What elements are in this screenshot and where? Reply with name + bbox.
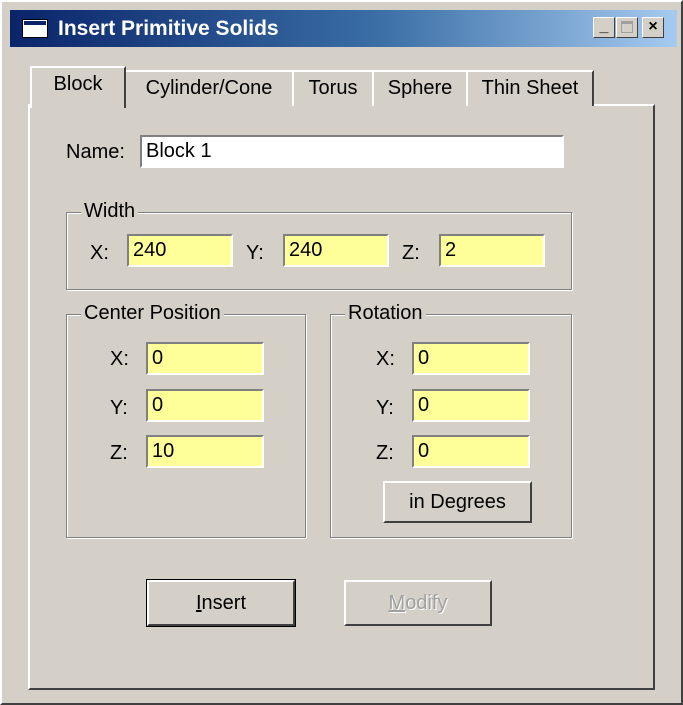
width-z-field[interactable] (439, 234, 545, 267)
close-button[interactable]: × (642, 17, 664, 38)
modify-button[interactable]: Modify (344, 580, 492, 626)
insert-label: nsert (201, 592, 247, 614)
tab-thin-sheet[interactable]: Thin Sheet (466, 70, 594, 106)
window-icon (22, 19, 48, 38)
width-x-label: X: (90, 242, 109, 264)
center-z-field[interactable] (146, 435, 264, 468)
center-x-field[interactable] (146, 342, 264, 375)
tab-cylinder-cone[interactable]: Cylinder/Cone (124, 70, 294, 106)
rotation-group-title: Rotation (345, 302, 426, 325)
width-y-field[interactable] (283, 234, 389, 267)
center-y-label: Y: (110, 397, 128, 419)
tab-block[interactable]: Block (30, 66, 126, 108)
center-z-label: Z: (110, 442, 128, 464)
window-title: Insert Primitive Solids (58, 17, 279, 40)
modify-label: odify (405, 592, 448, 614)
width-group-title: Width (81, 200, 139, 223)
center-position-group-title: Center Position (81, 302, 224, 325)
modify-mnemonic: M (388, 592, 406, 614)
rotation-z-label: Z: (376, 442, 394, 464)
center-y-field[interactable] (146, 389, 264, 422)
rotation-y-field[interactable] (412, 389, 530, 422)
width-y-label: Y: (246, 242, 264, 264)
rotation-z-field[interactable] (412, 435, 530, 468)
in-degrees-button[interactable]: in Degrees (383, 481, 532, 523)
minimize-button[interactable]: _ (593, 17, 615, 38)
maximize-icon (621, 21, 633, 33)
center-x-label: X: (110, 348, 129, 370)
rotation-x-field[interactable] (412, 342, 530, 375)
name-label: Name: (66, 141, 125, 163)
rotation-x-label: X: (376, 348, 395, 370)
dialog-window: Insert Primitive Solids _ × Block Cylind… (0, 0, 683, 705)
tab-sphere[interactable]: Sphere (372, 70, 468, 106)
tab-torus[interactable]: Torus (292, 70, 374, 106)
rotation-y-label: Y: (376, 397, 394, 419)
title-bar[interactable]: Insert Primitive Solids _ × (10, 10, 677, 47)
width-z-label: Z: (402, 242, 420, 264)
maximize-button[interactable] (616, 17, 638, 38)
width-x-field[interactable] (127, 234, 233, 267)
name-field[interactable] (140, 135, 564, 168)
insert-button[interactable]: Insert (146, 579, 296, 627)
